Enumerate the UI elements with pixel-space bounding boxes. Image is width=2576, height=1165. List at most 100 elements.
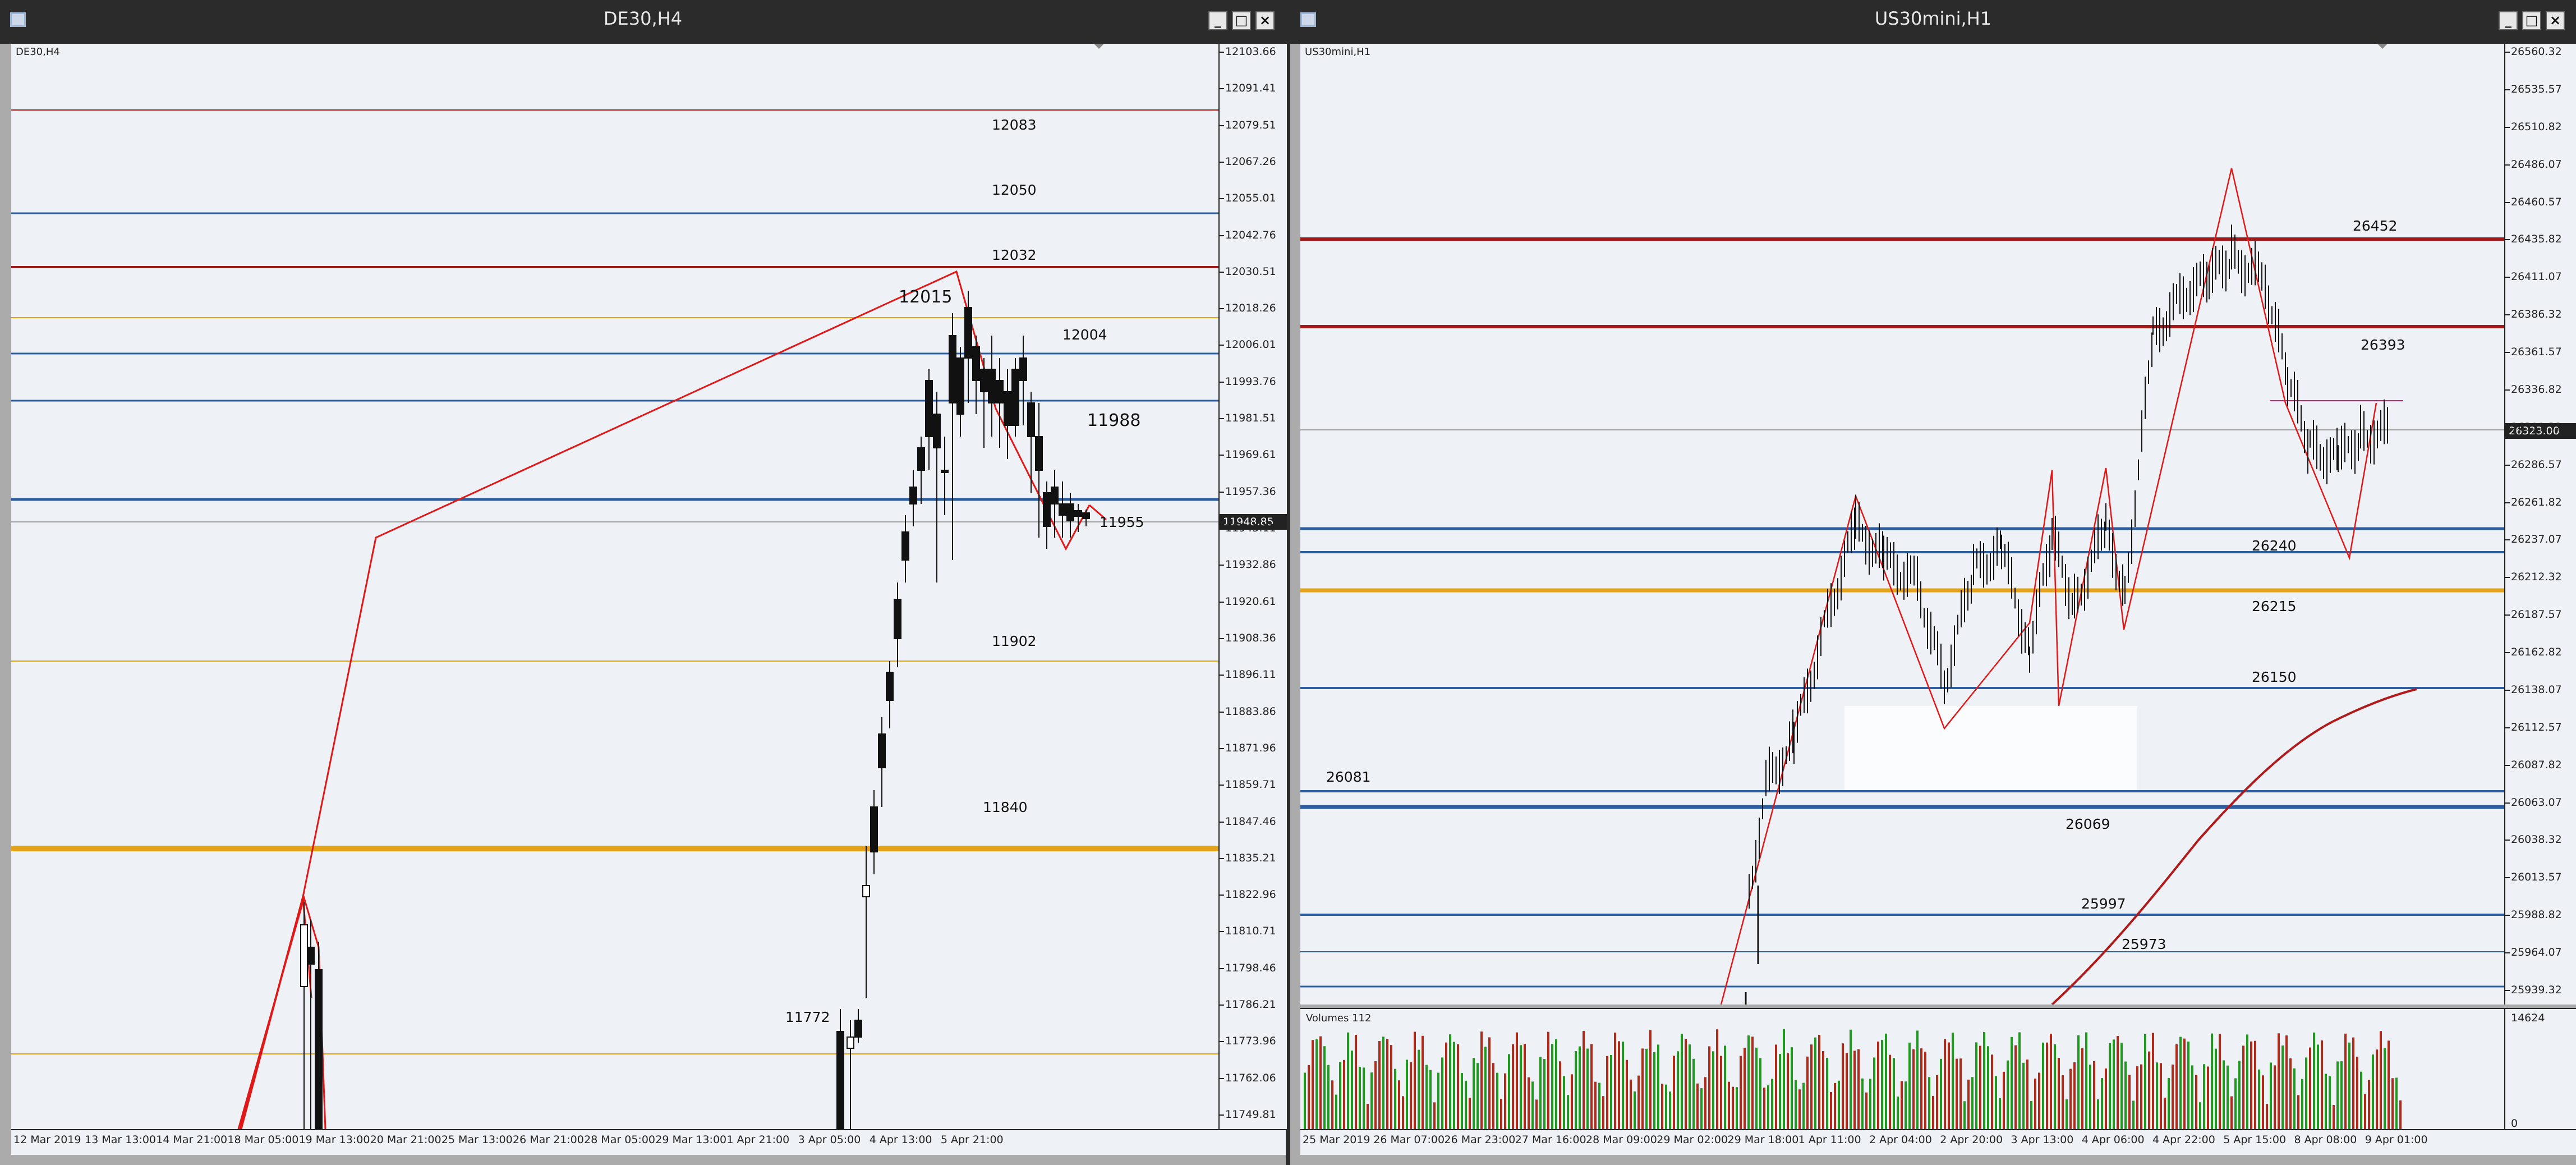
volume-bar bbox=[2038, 1072, 2040, 1130]
window-titlebar[interactable]: US30mini,H1 _ □ × bbox=[1290, 0, 2576, 44]
price-tick-mark bbox=[2505, 689, 2510, 691]
price-tick-mark bbox=[1220, 1041, 1224, 1043]
volume-bar bbox=[2254, 1040, 2256, 1130]
volume-bar bbox=[1476, 1063, 1479, 1130]
price-tick-label: 12079.51 bbox=[1225, 118, 1276, 131]
minimize-button[interactable]: _ bbox=[2499, 11, 2518, 30]
close-button[interactable]: × bbox=[2546, 11, 2565, 30]
volume-bar bbox=[2203, 1064, 2205, 1130]
volumes-panel[interactable]: Volumes 112 bbox=[1300, 1008, 2504, 1130]
level-label: 26150 bbox=[2252, 669, 2297, 685]
volume-bars bbox=[1304, 1029, 2402, 1130]
price-tick-mark bbox=[1220, 88, 1224, 90]
volume-bar bbox=[1359, 1067, 1361, 1130]
time-tick-label: 5 Apr 21:00 bbox=[940, 1134, 1004, 1146]
price-tick-label: 11932.86 bbox=[1225, 558, 1276, 571]
volume-bar bbox=[2179, 1036, 2182, 1130]
time-tick-label: 20 Mar 21:00 bbox=[370, 1134, 441, 1146]
volume-bar bbox=[1920, 1048, 1922, 1130]
chart-canvas bbox=[1300, 168, 2504, 1005]
volume-bar bbox=[2305, 1057, 2307, 1130]
volume-bar bbox=[1653, 1052, 1655, 1130]
price-axis[interactable]: 26323.00 26560.32 26535.57 26510.82 26486.0… bbox=[2504, 44, 2576, 1005]
price-tick-mark bbox=[1220, 528, 1224, 530]
volume-bar bbox=[1736, 1087, 1738, 1130]
volume-bar bbox=[1406, 1059, 1408, 1130]
volume-bar bbox=[2227, 1065, 2229, 1130]
price-tick-label: 26535.57 bbox=[2511, 82, 2562, 95]
volume-bar bbox=[2073, 1062, 2076, 1130]
price-chart-area[interactable]: DE30,H4 12083 12050 12032 12015 12004 11… bbox=[11, 44, 1218, 1129]
close-button[interactable]: × bbox=[1255, 11, 1275, 30]
price-tick-label: 26435.82 bbox=[2511, 233, 2562, 246]
price-tick-label: 26162.82 bbox=[2511, 646, 2562, 659]
volume-bar bbox=[2011, 1036, 2013, 1130]
volume-bar bbox=[1740, 1056, 1742, 1130]
time-axis[interactable]: 12 Mar 2019 13 Mar 13:00 14 Mar 21:00 18 Ma… bbox=[11, 1129, 1286, 1155]
candle-body bbox=[847, 1036, 854, 1049]
volume-bar bbox=[1779, 1054, 1781, 1130]
volume-bar bbox=[1944, 1039, 1946, 1130]
price-tick-mark bbox=[2505, 502, 2510, 503]
volume-bar bbox=[2384, 1048, 2386, 1130]
volume-bar bbox=[2050, 1034, 2052, 1130]
volume-bar bbox=[1614, 1033, 1616, 1130]
volume-bar bbox=[1971, 1077, 1974, 1130]
price-axis[interactable]: 11948.85 12103.66 12091.41 12079.51 12067.2… bbox=[1218, 44, 1287, 1129]
price-tick-mark bbox=[1220, 52, 1224, 53]
price-tick-mark bbox=[1220, 235, 1224, 236]
volume-bar bbox=[1802, 1083, 1805, 1130]
volume-bar bbox=[1594, 1081, 1597, 1130]
volume-bar bbox=[2301, 1079, 2303, 1130]
volume-bar bbox=[1343, 1059, 1345, 1130]
volume-bar bbox=[2105, 1068, 2107, 1130]
volume-bar bbox=[1712, 1051, 1714, 1130]
volume-bar bbox=[1708, 1046, 1710, 1130]
volume-bar bbox=[2136, 1066, 2138, 1130]
volume-bar bbox=[1512, 1044, 1514, 1130]
volume-bar bbox=[2270, 1062, 2272, 1130]
volume-bar bbox=[2199, 1102, 2201, 1130]
price-tick-label: 26138.07 bbox=[2511, 683, 2562, 696]
price-tick-mark bbox=[2505, 389, 2510, 391]
volume-bar bbox=[2293, 1068, 2296, 1130]
time-tick-label: 8 Apr 08:00 bbox=[2294, 1134, 2357, 1146]
price-tick-label: 11810.71 bbox=[1225, 925, 1276, 938]
price-tick-mark bbox=[2505, 915, 2510, 916]
volume-bar bbox=[2395, 1077, 2398, 1130]
volume-bar bbox=[2336, 1061, 2339, 1130]
window-title: US30mini,H1 bbox=[1874, 8, 1992, 29]
volume-bar bbox=[1335, 1094, 1337, 1130]
volume-bar bbox=[1492, 1063, 1494, 1130]
candle-body bbox=[956, 357, 964, 415]
volume-bar bbox=[2014, 1045, 2017, 1130]
volume-bar bbox=[1425, 1065, 1428, 1130]
price-tick-mark bbox=[2505, 990, 2510, 991]
window-titlebar[interactable]: DE30,H4 _ □ × bbox=[0, 0, 1286, 44]
time-axis[interactable]: 25 Mar 2019 26 Mar 07:00 26 Mar 23:00 27 Ma… bbox=[1300, 1129, 2576, 1155]
time-tick-label: 2 Apr 20:00 bbox=[1940, 1134, 2003, 1146]
chart-window-us30mini[interactable]: US30mini,H1 _ □ × US30mini,H1 26452 2639… bbox=[1290, 0, 2576, 1165]
volume-bar bbox=[1967, 1079, 1970, 1130]
volume-bar bbox=[1457, 1044, 1459, 1130]
volume-bar bbox=[1586, 1048, 1589, 1130]
price-chart-area[interactable]: US30mini,H1 26452 26393 26240 26215 2615… bbox=[1300, 44, 2504, 1005]
volume-bar bbox=[1853, 1051, 1856, 1130]
volume-bar bbox=[1398, 1080, 1400, 1130]
candle-body bbox=[949, 335, 956, 403]
volume-bar bbox=[2144, 1034, 2146, 1130]
volume-axis[interactable]: 14624 0 bbox=[2504, 1008, 2576, 1130]
volume-bar bbox=[1539, 1057, 1542, 1130]
candle-body bbox=[862, 885, 870, 897]
maximize-button[interactable]: □ bbox=[2522, 11, 2541, 30]
volume-bar bbox=[2278, 1033, 2280, 1130]
price-tick-label: 26560.32 bbox=[2511, 45, 2562, 58]
volume-bar bbox=[2089, 1065, 2091, 1130]
volume-bar bbox=[1689, 1044, 1691, 1130]
price-tick-mark bbox=[1220, 125, 1224, 126]
candle-body bbox=[988, 369, 996, 403]
chart-window-de30[interactable]: DE30,H4 _ □ × DE30,H4 12083 12050 12032 … bbox=[0, 0, 1287, 1165]
volume-bar bbox=[1531, 1081, 1534, 1130]
maximize-button[interactable]: □ bbox=[1232, 11, 1251, 30]
minimize-button[interactable]: _ bbox=[1208, 11, 1227, 30]
